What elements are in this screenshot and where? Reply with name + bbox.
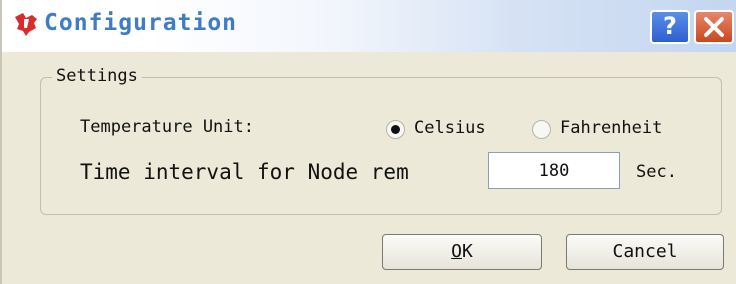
close-button[interactable]: [694, 10, 734, 44]
close-icon: [704, 17, 724, 37]
window-title: Configuration: [44, 10, 238, 36]
configuration-dialog: Configuration ? Settings Temperature Uni…: [0, 0, 736, 284]
help-icon: ?: [663, 12, 677, 40]
cancel-button[interactable]: Cancel: [566, 234, 724, 270]
interval-unit-label: Sec.: [636, 162, 677, 182]
radio-selected-dot: [391, 125, 400, 134]
settings-group: [40, 77, 722, 215]
celsius-label[interactable]: Celsius: [414, 118, 486, 138]
temperature-unit-label: Temperature Unit:: [80, 117, 254, 137]
interval-input[interactable]: [488, 152, 620, 189]
settings-group-label: Settings: [52, 66, 142, 86]
help-button[interactable]: ?: [650, 10, 690, 44]
interval-label: Time interval for Node rem: [80, 160, 409, 184]
ok-button[interactable]: OK: [382, 234, 542, 270]
celsius-radio[interactable]: [386, 120, 405, 139]
ok-label-rest: K: [462, 241, 473, 262]
title-bar[interactable]: Configuration ?: [2, 0, 736, 52]
ok-mnemonic: O: [451, 241, 462, 262]
ti-logo-icon: [15, 13, 37, 36]
fahrenheit-label[interactable]: Fahrenheit: [560, 118, 662, 138]
fahrenheit-radio[interactable]: [532, 120, 551, 139]
